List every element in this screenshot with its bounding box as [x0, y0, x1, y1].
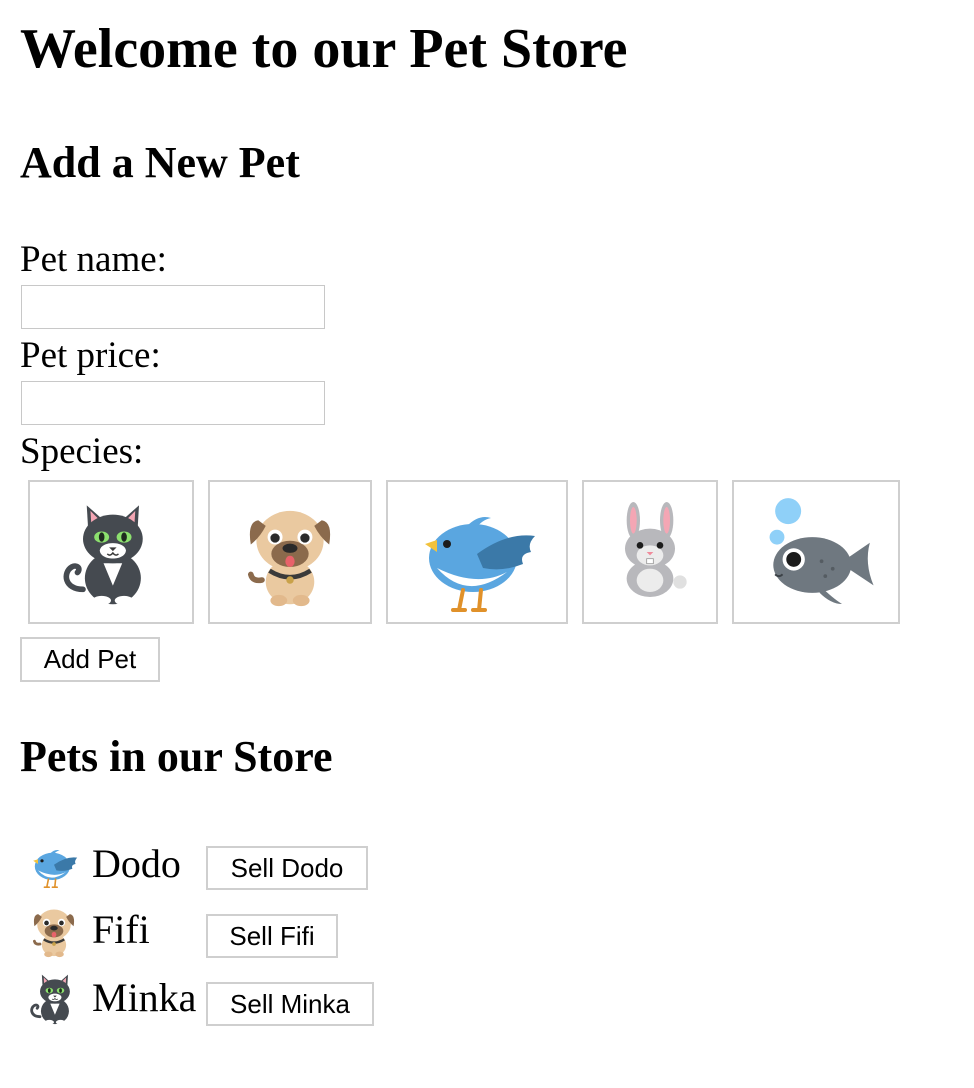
fish-icon — [751, 493, 881, 611]
bird-icon — [407, 492, 547, 612]
cat-icon — [55, 493, 167, 611]
species-label: Species: — [20, 431, 144, 472]
pet-name-input[interactable] — [21, 285, 325, 329]
add-pet-heading: Add a New Pet — [20, 138, 300, 187]
pet-name-label: Pet name: — [20, 239, 167, 280]
page-title: Welcome to our Pet Store — [20, 18, 628, 80]
pet-name: Minka — [92, 975, 197, 1020]
sell-fifi-button[interactable]: Sell Fifi — [206, 914, 338, 958]
species-option-bird[interactable] — [386, 480, 568, 624]
species-option-dog[interactable] — [208, 480, 372, 624]
dog-icon — [234, 493, 346, 611]
store-heading: Pets in our Store — [20, 732, 333, 781]
sell-dodo-button[interactable]: Sell Dodo — [206, 846, 368, 890]
cat-icon — [26, 970, 82, 1026]
pet-name: Fifi — [92, 907, 150, 952]
pet-name: Dodo — [92, 841, 181, 886]
add-pet-button[interactable]: Add Pet — [20, 637, 160, 682]
pet-price-label: Pet price: — [20, 335, 161, 376]
bird-icon — [26, 836, 82, 892]
pet-price-input[interactable] — [21, 381, 325, 425]
species-option-rabbit[interactable] — [582, 480, 718, 624]
species-option-fish[interactable] — [732, 480, 900, 624]
rabbit-icon — [600, 493, 700, 611]
dog-icon — [26, 902, 82, 958]
sell-minka-button[interactable]: Sell Minka — [206, 982, 374, 1026]
species-option-cat[interactable] — [28, 480, 194, 624]
